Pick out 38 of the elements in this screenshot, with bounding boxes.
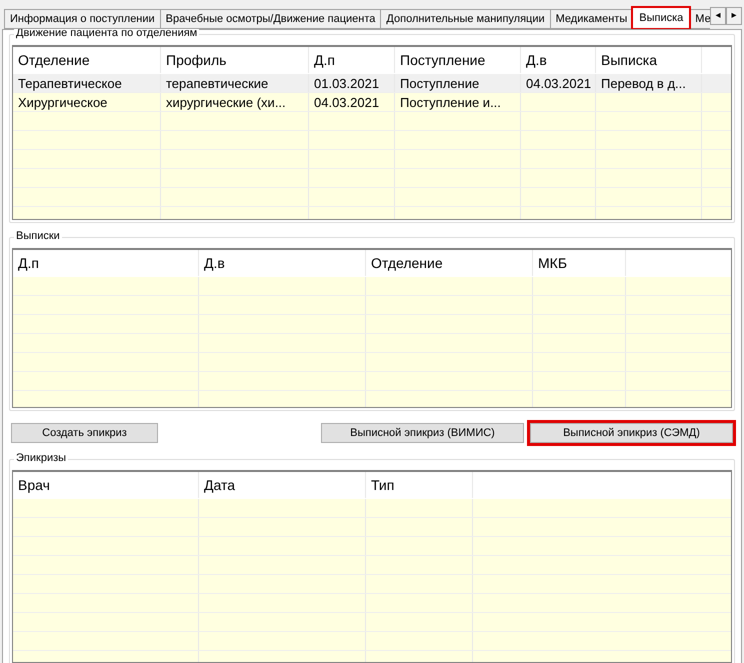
table-row[interactable]: Хирургическое хирургические (хи... 04.03.2021 Поступление и...: [13, 93, 731, 112]
action-button[interactable]: Выписной эпикриз (СЭМД): [530, 423, 733, 443]
group-title: Выписки: [14, 230, 62, 242]
table-cell: 04.03.2021: [526, 76, 592, 90]
action-button[interactable]: Выписной эпикриз (ВИМИС): [321, 423, 524, 443]
table-cell: Хирургическое: [18, 94, 108, 110]
column-header[interactable]: Д.п: [309, 47, 395, 73]
column-header[interactable]: Отделение: [13, 47, 161, 73]
table-cell: Поступление: [400, 76, 480, 90]
tab[interactable]: Информация о поступлении: [4, 9, 161, 29]
table-cell: Перевод в д...: [601, 76, 686, 90]
tab[interactable]: Медикаменты: [550, 9, 634, 29]
table-cell: Терапевтическое: [18, 76, 122, 90]
column-header[interactable]: Дата: [199, 472, 366, 498]
tab[interactable]: Врачебные осмотры/Движение пациента: [160, 9, 382, 29]
table-cell: Поступление и...: [400, 94, 501, 110]
scroll-right-button[interactable]: ▸: [726, 7, 742, 25]
table-cell: терапевтические: [166, 76, 268, 90]
column-header[interactable]: Тип: [366, 472, 473, 498]
tab[interactable]: Ме: [689, 9, 710, 29]
column-header[interactable]: Врач: [13, 472, 199, 498]
table-row[interactable]: Терапевтическое терапевтические 01.03.2021 Поступление 04.03.2021 Перевод в д...: [13, 74, 731, 93]
tab[interactable]: Дополнительные манипуляции: [380, 9, 551, 29]
tab[interactable]: Выписка: [632, 7, 690, 29]
action-button[interactable]: Создать эпикриз: [11, 423, 158, 443]
table-cell: 04.03.2021: [314, 94, 380, 110]
table-cell: хирургические (хи...: [166, 94, 286, 110]
column-header[interactable]: Д.в: [199, 250, 366, 276]
column-header[interactable]: Отделение: [366, 250, 533, 276]
column-header[interactable]: Выписка: [596, 47, 702, 73]
group-title: Эпикризы: [14, 452, 68, 464]
column-header[interactable]: Д.п: [13, 250, 199, 276]
scroll-left-button[interactable]: ◂: [710, 7, 726, 25]
table-cell: 01.03.2021: [314, 76, 380, 90]
column-header[interactable]: Профиль: [161, 47, 309, 73]
column-header[interactable]: Поступление: [395, 47, 521, 73]
column-header[interactable]: Д.в: [521, 47, 596, 73]
column-header[interactable]: МКБ: [533, 250, 626, 276]
